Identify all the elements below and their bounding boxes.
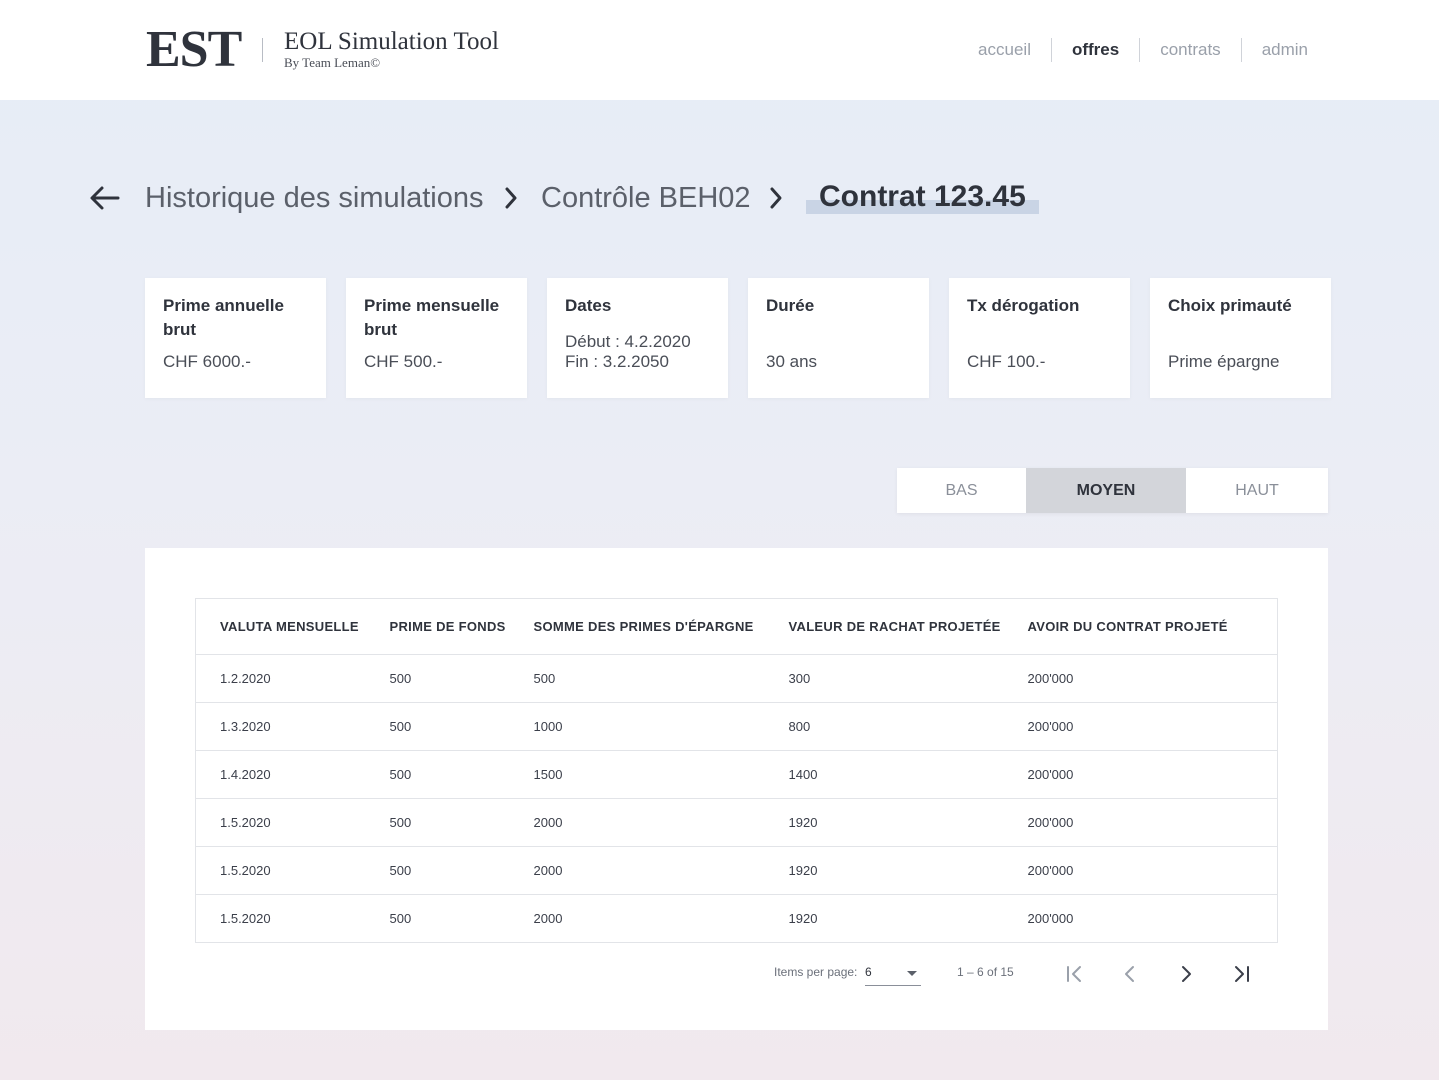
nav-item-offres[interactable]: offres: [1052, 38, 1139, 62]
toggle-haut[interactable]: HAUT: [1186, 468, 1328, 513]
card-value: Début : 4.2.2020 Fin : 3.2.2050: [565, 332, 691, 372]
breadcrumb-current: Contrat 123.45: [806, 178, 1039, 214]
nav-item-contrats[interactable]: contrats: [1140, 38, 1240, 62]
previous-page-icon[interactable]: [1116, 960, 1144, 988]
card-title: Prime mensuelle brut: [364, 296, 500, 339]
table-cell: 1.5.2020: [220, 863, 271, 878]
back-arrow-icon[interactable]: [88, 184, 120, 212]
nav-item-admin[interactable]: admin: [1242, 38, 1308, 62]
column-header[interactable]: SOMME DES PRIMES D'ÉPARGNE: [533, 598, 789, 655]
table-cell: 800: [788, 719, 811, 734]
chevron-right-icon: [505, 187, 517, 209]
table-cell: 500: [389, 863, 412, 878]
chevron-right-icon: [770, 187, 782, 209]
table-cell: 2000: [533, 815, 563, 830]
card-value: CHF 100.-: [967, 352, 1046, 371]
table-cell: 200'000: [1027, 671, 1074, 686]
paginator: Items per page: 6 1 – 6 of 15: [145, 952, 1328, 992]
card-dates: Dates Début : 4.2.2020 Fin : 3.2.2050: [547, 278, 728, 398]
card-value: CHF 6000.-: [163, 352, 251, 371]
table-cell: 500: [389, 911, 412, 926]
card-value-start: Début : 4.2.2020: [565, 332, 691, 351]
table-header-row: VALUTA MENSUELLE PRIME DE FONDS SOMME DE…: [195, 598, 1278, 655]
first-page-icon[interactable]: [1060, 960, 1088, 988]
breadcrumb-item-historique[interactable]: Historique des simulations: [145, 180, 483, 216]
table-cell: 1.4.2020: [220, 767, 271, 782]
table-cell: 200'000: [1027, 767, 1074, 782]
table-cell: 300: [788, 671, 811, 686]
table-cell: 2000: [533, 911, 563, 926]
page-range-label: 1 – 6 of 15: [957, 965, 1014, 979]
table-cell: 200'000: [1027, 911, 1074, 926]
table-cell: 1920: [788, 863, 818, 878]
card-title: Dates: [565, 296, 612, 315]
card-tx-derogation: Tx dérogation CHF 100.-: [949, 278, 1130, 398]
table-cell: 200'000: [1027, 815, 1074, 830]
table-cell: 200'000: [1027, 719, 1074, 734]
card-prime-annuelle: Prime annuelle brut CHF 6000.-: [145, 278, 326, 398]
next-page-icon[interactable]: [1172, 960, 1200, 988]
card-duree: Durée 30 ans: [748, 278, 929, 398]
nav-item-accueil[interactable]: accueil: [958, 38, 1051, 62]
card-value: Prime épargne: [1168, 352, 1280, 371]
table-cell: 500: [389, 719, 412, 734]
table-cell: 500: [389, 815, 412, 830]
table-cell: 500: [389, 767, 412, 782]
card-value-end: Fin : 3.2.2050: [565, 352, 669, 371]
table-row: 1.5.2020 500 2000 1920 200'000: [195, 799, 1278, 847]
app-title: EOL Simulation Tool: [284, 28, 499, 55]
table-cell: 1.3.2020: [220, 719, 271, 734]
card-title: Tx dérogation: [967, 296, 1080, 315]
table-row: 1.5.2020 500 2000 1920 200'000: [195, 895, 1278, 943]
column-header[interactable]: AVOIR DU CONTRAT PROJETÉ: [1027, 598, 1278, 655]
table-cell: 1.2.2020: [220, 671, 271, 686]
table-cell: 1000: [533, 719, 563, 734]
card-prime-mensuelle: Prime mensuelle brut CHF 500.-: [346, 278, 527, 398]
results-table: VALUTA MENSUELLE PRIME DE FONDS SOMME DE…: [195, 598, 1278, 943]
table-cell: 1.5.2020: [220, 911, 271, 926]
column-header[interactable]: VALUTA MENSUELLE: [195, 598, 390, 655]
table-row: 1.4.2020 500 1500 1400 200'000: [195, 751, 1278, 799]
table-cell: 1920: [788, 911, 818, 926]
column-header[interactable]: VALEUR DE RACHAT PROJETÉE: [788, 598, 1028, 655]
top-bar: EST EOL Simulation Tool By Team Leman© a…: [0, 0, 1439, 100]
table-cell: 2000: [533, 863, 563, 878]
table-cell: 1500: [533, 767, 563, 782]
items-per-page-select[interactable]: 6: [865, 962, 921, 986]
card-title: Choix primauté: [1168, 296, 1292, 315]
table-row: 1.5.2020 500 2000 1920 200'000: [195, 847, 1278, 895]
logo-divider: [262, 38, 263, 62]
items-per-page-value: 6: [865, 965, 872, 979]
table-cell: 1400: [788, 767, 818, 782]
breadcrumb-item-controle[interactable]: Contrôle BEH02: [541, 180, 751, 216]
app-subtitle: By Team Leman©: [284, 55, 381, 70]
table-cell: 1920: [788, 815, 818, 830]
results-panel: VALUTA MENSUELLE PRIME DE FONDS SOMME DE…: [145, 548, 1328, 1030]
card-value: 30 ans: [766, 352, 818, 371]
card-title: Durée: [766, 296, 815, 315]
column-header[interactable]: PRIME DE FONDS: [389, 598, 534, 655]
last-page-icon[interactable]: [1228, 960, 1256, 988]
table-cell: 500: [533, 671, 556, 686]
card-title: Prime annuelle brut: [163, 296, 284, 339]
summary-cards: Prime annuelle brut CHF 6000.- Prime men…: [145, 278, 1331, 398]
chevron-down-icon: [907, 971, 917, 976]
table-cell: 500: [389, 671, 412, 686]
breadcrumb-current-label: Contrat 123.45: [819, 180, 1026, 213]
table-cell: 1.5.2020: [220, 815, 271, 830]
card-choix-primaute: Choix primauté Prime épargne: [1150, 278, 1331, 398]
toggle-bas[interactable]: BAS: [897, 468, 1026, 513]
card-value: CHF 500.-: [364, 352, 443, 371]
table-row: 1.3.2020 500 1000 800 200'000: [195, 703, 1278, 751]
items-per-page-label: Items per page:: [774, 965, 858, 979]
logo[interactable]: EST: [146, 22, 242, 78]
main-nav: accueil offres contrats admin: [958, 38, 1308, 62]
scenario-toggle: BAS MOYEN HAUT: [897, 468, 1328, 513]
table-row: 1.2.2020 500 500 300 200'000: [195, 655, 1278, 703]
table-cell: 200'000: [1027, 863, 1074, 878]
toggle-moyen[interactable]: MOYEN: [1026, 468, 1186, 513]
